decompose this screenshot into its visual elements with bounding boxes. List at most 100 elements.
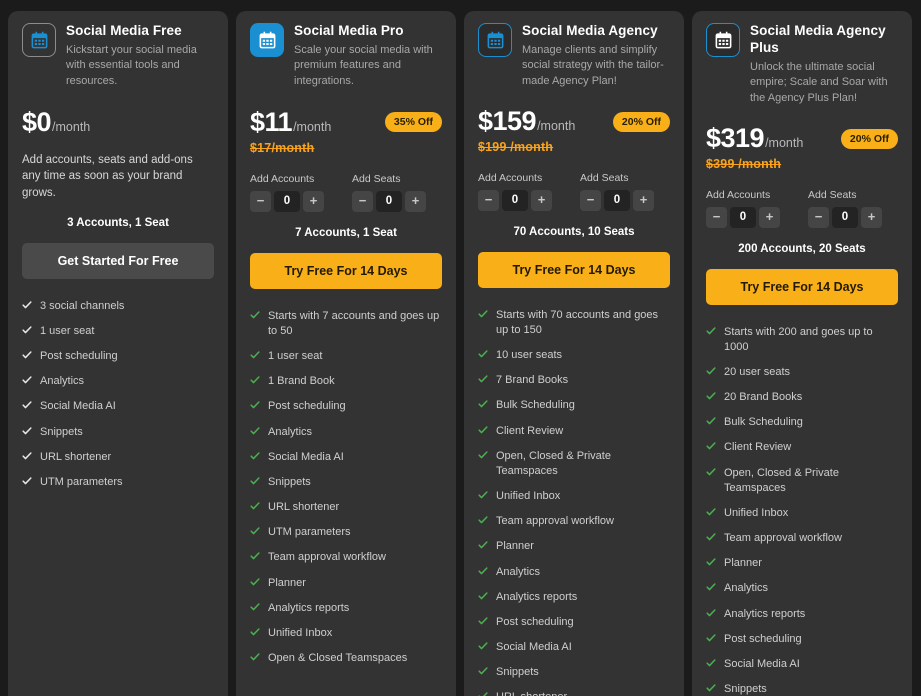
- feature-label: Team approval workflow: [724, 532, 842, 545]
- feature-item: URL shortener: [22, 450, 214, 465]
- price-row: $11 /month 35% Off: [250, 107, 442, 138]
- feature-item: Analytics reports: [250, 601, 442, 616]
- check-icon: [478, 616, 488, 626]
- pricing-card: Social Media Agency Manage clients and s…: [464, 11, 684, 696]
- feature-item: Post scheduling: [22, 349, 214, 364]
- plan-title-block: Social Media Free Kickstart your social …: [66, 23, 214, 90]
- plan-title: Social Media Agency Plus: [750, 23, 886, 55]
- plan-totals: 3 Accounts, 1 Seat: [67, 216, 169, 229]
- check-icon: [22, 476, 32, 486]
- calendar-icon: [22, 23, 56, 57]
- feature-label: Analytics: [496, 565, 541, 578]
- accounts-value[interactable]: 0: [274, 190, 300, 212]
- seats-stepper: − 0 +: [808, 206, 898, 228]
- feature-label: 20 Brand Books: [724, 391, 803, 404]
- feature-label: Analytics reports: [496, 590, 578, 603]
- check-icon: [706, 467, 716, 477]
- seats-value[interactable]: 0: [604, 189, 630, 211]
- check-icon: [478, 399, 488, 409]
- feature-label: Bulk Scheduling: [724, 416, 803, 429]
- feature-item: Post scheduling: [250, 399, 442, 414]
- plan-title: Social Media Free: [66, 23, 182, 38]
- seats-decrement-button[interactable]: −: [808, 206, 829, 228]
- price-amount: $319: [706, 123, 765, 154]
- plan-totals: 200 Accounts, 20 Seats: [738, 242, 866, 255]
- feature-item: 20 Brand Books: [706, 390, 898, 405]
- check-icon: [706, 582, 716, 592]
- seats-stepper: − 0 +: [580, 189, 670, 211]
- accounts-increment-button[interactable]: +: [531, 189, 552, 211]
- feature-label: Planner: [496, 540, 534, 553]
- feature-label: Post scheduling: [268, 400, 346, 413]
- plan-cta-button[interactable]: Try Free For 14 Days: [706, 268, 898, 305]
- pricing-card: Social Media Free Kickstart your social …: [8, 11, 228, 696]
- seats-decrement-button[interactable]: −: [352, 190, 373, 212]
- check-icon: [22, 426, 32, 436]
- plan-cta-button[interactable]: Get Started For Free: [22, 242, 214, 279]
- feature-item: Planner: [250, 576, 442, 591]
- price-period: /month: [537, 119, 576, 134]
- card-header: Social Media Agency Manage clients and s…: [478, 23, 670, 90]
- check-icon: [250, 652, 260, 662]
- seats-decrement-button[interactable]: −: [580, 189, 601, 211]
- accounts-decrement-button[interactable]: −: [478, 189, 499, 211]
- price-amount: $159: [478, 106, 537, 137]
- check-icon: [478, 515, 488, 525]
- feature-label: 10 user seats: [496, 349, 563, 362]
- plan-cta-button[interactable]: Try Free For 14 Days: [250, 252, 442, 289]
- feature-item: 10 user seats: [478, 348, 670, 363]
- price-period: /month: [293, 119, 332, 134]
- feature-item: UTM parameters: [22, 475, 214, 490]
- feature-label: 1 user seat: [40, 324, 95, 337]
- add-accounts-label: Add Accounts: [706, 188, 771, 201]
- accounts-decrement-button[interactable]: −: [706, 206, 727, 228]
- accounts-decrement-button[interactable]: −: [250, 190, 271, 212]
- accounts-increment-button[interactable]: +: [759, 206, 780, 228]
- check-icon: [22, 325, 32, 335]
- feature-item: Analytics reports: [478, 590, 670, 605]
- feature-label: URL shortener: [496, 690, 567, 696]
- check-icon: [22, 300, 32, 310]
- feature-item: Open, Closed & Private Teamspaces: [478, 449, 670, 479]
- feature-item: Team approval workflow: [250, 550, 442, 565]
- check-icon: [478, 540, 488, 550]
- feature-label: 1 Brand Book: [268, 375, 335, 388]
- price-period: /month: [765, 136, 804, 151]
- feature-label: Unified Inbox: [496, 490, 561, 503]
- check-icon: [706, 557, 716, 567]
- steppers: Add Accounts − 0 + Add Seats − 0 +: [478, 172, 670, 211]
- check-icon: [706, 366, 716, 376]
- accounts-value[interactable]: 0: [502, 189, 528, 211]
- feature-label: 1 user seat: [268, 350, 323, 363]
- feature-item: Social Media AI: [478, 640, 670, 655]
- seats-value[interactable]: 0: [832, 206, 858, 228]
- plan-description: Manage clients and simplify social strat…: [522, 43, 664, 88]
- seats-increment-button[interactable]: +: [405, 190, 426, 212]
- check-icon: [22, 400, 32, 410]
- check-icon: [478, 641, 488, 651]
- check-icon: [706, 507, 716, 517]
- check-icon: [706, 658, 716, 668]
- feature-item: Client Review: [706, 440, 898, 455]
- feature-label: Team approval workflow: [496, 515, 614, 528]
- feature-item: Snippets: [706, 682, 898, 696]
- seats-increment-button[interactable]: +: [861, 206, 882, 228]
- feature-item: Team approval workflow: [478, 514, 670, 529]
- add-seats-group: Add Seats − 0 +: [580, 172, 670, 211]
- feature-item: Unified Inbox: [250, 626, 442, 641]
- plan-title-block: Social Media Pro Scale your social media…: [294, 23, 442, 90]
- plan-title-block: Social Media Agency Plus Unlock the ulti…: [750, 23, 898, 107]
- check-icon: [250, 602, 260, 612]
- accounts-value[interactable]: 0: [730, 206, 756, 228]
- free-plan-note: Add accounts, seats and add-ons any time…: [22, 153, 193, 200]
- plan-cta-button[interactable]: Try Free For 14 Days: [478, 251, 670, 288]
- check-icon: [478, 566, 488, 576]
- add-seats-label: Add Seats: [352, 172, 401, 185]
- feature-label: Snippets: [724, 683, 767, 696]
- pricing-plans-container: Social Media Free Kickstart your social …: [0, 0, 921, 696]
- feature-label: Social Media AI: [724, 657, 800, 670]
- check-icon: [478, 490, 488, 500]
- seats-increment-button[interactable]: +: [633, 189, 654, 211]
- seats-value[interactable]: 0: [376, 190, 402, 212]
- accounts-increment-button[interactable]: +: [303, 190, 324, 212]
